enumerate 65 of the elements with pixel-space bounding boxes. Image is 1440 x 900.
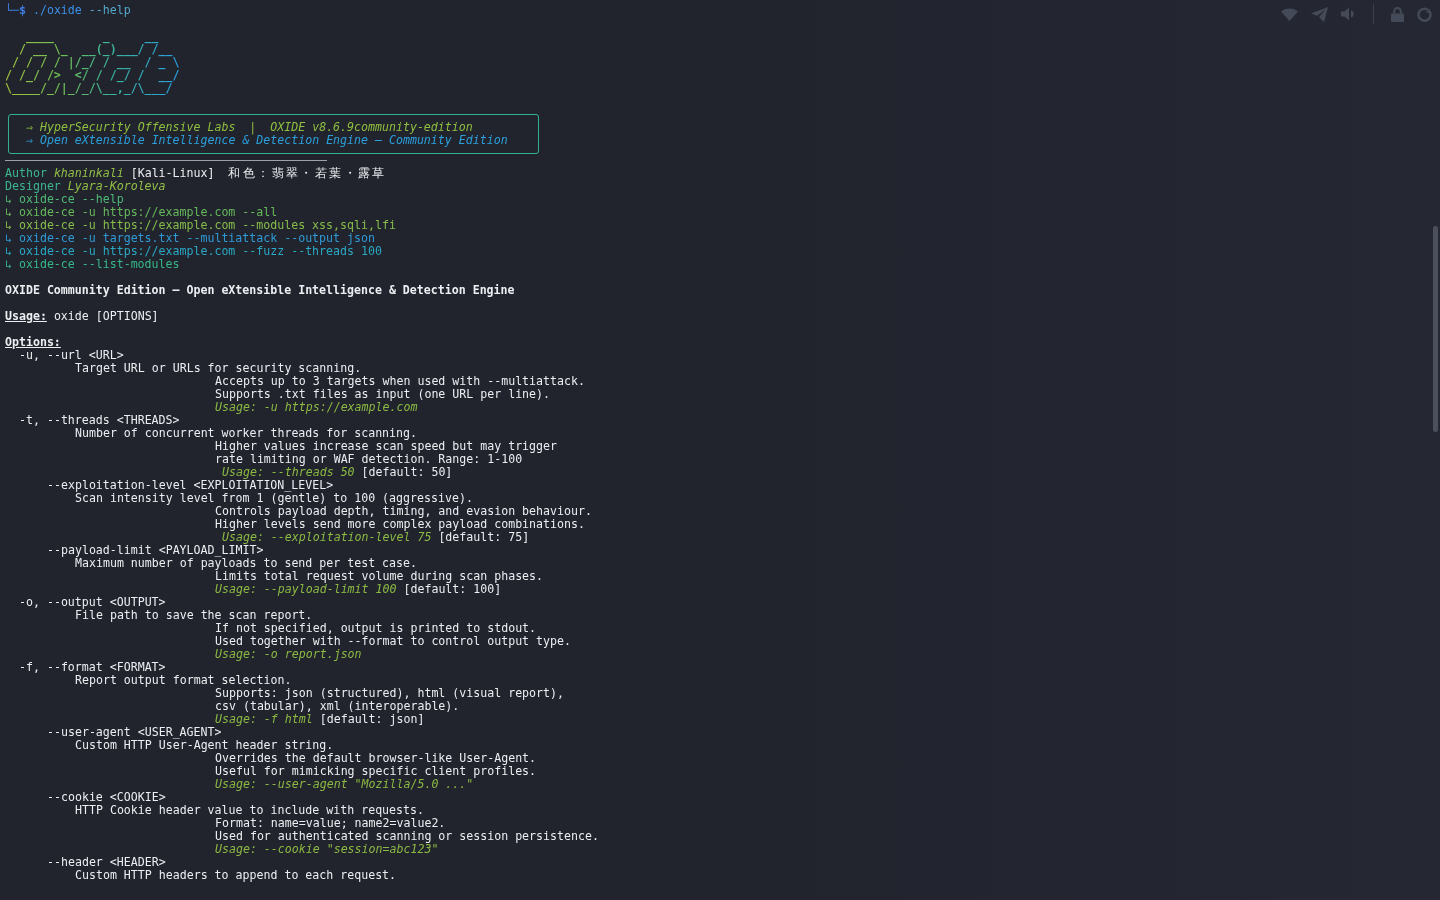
example-command: ↳ oxide-ce -u targets.txt --multiattack --output json [5, 232, 375, 245]
credit-tagline: 和色：翡翠・若葉・露草 [228, 167, 387, 180]
option-description: Custom HTTP headers to append to each request. [75, 869, 397, 882]
credit-name: Lyara-Koroleva [67, 180, 166, 193]
option-usage: Usage: -u https://example.com [215, 401, 418, 414]
scrollbar-thumb[interactable] [1433, 226, 1438, 432]
prompt-symbol: └─$ [5, 4, 26, 17]
example-command: ↳ oxide-ce -u https://example.com --all [5, 206, 278, 219]
option-default: [default: 50] [361, 466, 453, 479]
option-description: Number of concurrent worker threads for scanning. [75, 427, 418, 440]
option-usage: Usage: --exploitation-level 75 [221, 531, 432, 544]
option-description: Report output format selection. [75, 674, 292, 687]
option-default: [default: json] [319, 713, 425, 726]
option-default: [default: 100] [403, 583, 502, 596]
option-name-label: -o, --output <OUTPUT> [19, 596, 166, 609]
volume-icon[interactable] [1341, 7, 1356, 21]
options-heading: Options: [5, 336, 61, 349]
option-details: If not specified, output is printed to stdout. Used together with --format to control output type. [215, 622, 571, 648]
wifi-icon[interactable] [1281, 7, 1298, 21]
help-title: OXIDE Community Edition — Open eXtensible Intelligence & Detection Engine [5, 284, 515, 297]
option-details: Format: name=value; name2=value2. Used for authenticated scanning or session persistence. [215, 817, 599, 843]
option-name-label: --payload-limit <PAYLOAD_LIMIT> [47, 544, 264, 557]
option-usage: Usage: --threads 50 [220, 466, 355, 479]
option-description: HTTP Cookie header value to include with requests. [75, 804, 424, 817]
example-command: ↳ oxide-ce --list-modules [5, 258, 180, 271]
option-name-label: --exploitation-level <EXPLOITATION_LEVEL> [47, 479, 334, 492]
banner-line: ⇒ HyperSecurity Offensive Labs | OXIDE v8.6.9community-edition [26, 121, 473, 134]
option-usage: Usage: -f html [215, 713, 313, 726]
option-details: Higher values increase scan speed but may trigger rate limiting or WAF detection. Range: 1-100 [215, 440, 558, 466]
usage-syntax: oxide [OPTIONS] [53, 310, 159, 323]
command-name: ./oxide [32, 4, 82, 17]
option-usage: Usage: --user-agent "Mozilla/5.0 ..." [215, 778, 474, 791]
send-icon[interactable] [1311, 6, 1328, 22]
option-details: Supports: json (structured), html (visual report), csv (tabular), xml (interoperable). [215, 687, 564, 713]
credit-name: khaninkali [53, 167, 124, 180]
banner-line: ⇒ Open eXtensible Intelligence & Detection Engine — Community Edition [26, 134, 508, 147]
option-name-label: -u, --url <URL> [19, 349, 124, 362]
option-description: Maximum number of payloads to send per test case. [75, 557, 418, 570]
refresh-icon[interactable] [1417, 6, 1432, 22]
credit-label: Author [5, 167, 47, 180]
option-name-label: --user-agent <USER_AGENT> [47, 726, 222, 739]
credit-label: Designer [5, 180, 61, 193]
option-description: Target URL or URLs for security scanning. [75, 362, 362, 375]
option-details: Controls payload depth, timing, and evasion behaviour. Higher levels send more complex payload combinations. [215, 505, 592, 531]
credit-note: [Kali-Linux] [130, 167, 215, 180]
option-usage: Usage: --payload-limit 100 [215, 583, 397, 596]
option-details: Overrides the default browser-like User-Agent. Useful for mimicking specific client profiles. [215, 752, 537, 778]
option-details: Limits total request volume during scan phases. [215, 570, 544, 583]
lock-icon[interactable] [1391, 6, 1404, 22]
usage-label: Usage: [5, 310, 47, 323]
option-description: Scan intensity level from 1 (gentle) to 100 (aggressive). [75, 492, 473, 505]
option-name-label: -t, --threads <THREADS> [19, 414, 180, 427]
example-command: ↳ oxide-ce --help [5, 193, 124, 206]
option-description: File path to save the scan report. [75, 609, 313, 622]
example-command: ↳ oxide-ce -u https://example.com --fuzz --threads 100 [5, 245, 382, 258]
option-usage: Usage: -o report.json [215, 648, 362, 661]
option-default: [default: 75] [438, 531, 530, 544]
option-name-label: --header <HEADER> [47, 856, 166, 869]
option-name-label: --cookie <COOKIE> [47, 791, 166, 804]
example-command: ↳ oxide-ce -u https://example.com --modules xss,sqli,lfi [5, 219, 396, 232]
option-name-label: -f, --format <FORMAT> [19, 661, 166, 674]
option-details: Accepts up to 3 targets when used with --multiattack. Supports .txt files as input (one URL per line). [215, 375, 585, 401]
option-description: Custom HTTP User-Agent header string. [75, 739, 334, 752]
option-usage: Usage: --cookie "session=abc123" [215, 843, 439, 856]
command-argument: --help [88, 4, 131, 17]
